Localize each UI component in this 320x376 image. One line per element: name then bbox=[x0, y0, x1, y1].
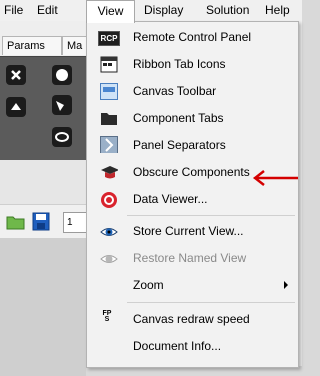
canvas-toolbar-icon bbox=[100, 83, 118, 100]
component-ribbon bbox=[0, 56, 86, 161]
graduation-cap-icon bbox=[101, 166, 118, 179]
ribbon-footer bbox=[0, 160, 86, 204]
menu-file[interactable]: File bbox=[4, 0, 23, 20]
annotation-arrow-icon bbox=[252, 170, 298, 186]
component-icon[interactable] bbox=[52, 65, 72, 85]
menu-item-component-tabs[interactable]: Component Tabs bbox=[87, 105, 298, 132]
fps-icon: FPS bbox=[102, 310, 112, 323]
menu-item-document-info[interactable]: Document Info... bbox=[87, 333, 298, 360]
menu-item-store-current-view[interactable]: Store Current View... bbox=[87, 218, 298, 245]
data-viewer-icon bbox=[101, 192, 117, 208]
submenu-arrow-icon bbox=[284, 281, 288, 289]
rcp-icon: RCP bbox=[98, 31, 120, 46]
menu-item-data-viewer[interactable]: Data Viewer... bbox=[87, 186, 298, 213]
canvas-area[interactable] bbox=[0, 238, 86, 376]
menu-item-restore-named-view: Restore Named View bbox=[87, 245, 298, 272]
tab-params[interactable]: Params bbox=[2, 36, 62, 55]
component-icon[interactable] bbox=[52, 127, 72, 147]
save-icon[interactable] bbox=[32, 212, 50, 231]
menu-solution[interactable]: Solution bbox=[206, 0, 249, 20]
menu-item-zoom[interactable]: Zoom bbox=[87, 272, 298, 299]
menu-help[interactable]: Help bbox=[265, 0, 290, 20]
menu-edit[interactable]: Edit bbox=[37, 0, 58, 20]
view-menu-dropdown: RCP Remote Control Panel Ribbon Tab Icon… bbox=[86, 21, 299, 368]
menu-item-canvas-redraw-speed[interactable]: FPS Canvas redraw speed bbox=[87, 306, 298, 333]
folder-icon bbox=[101, 113, 117, 125]
canvas-toolbar: 1 bbox=[0, 204, 88, 240]
eye-gray-icon bbox=[100, 255, 118, 263]
menu-item-remote-control-panel[interactable]: RCP Remote Control Panel bbox=[87, 24, 298, 51]
component-icon[interactable] bbox=[52, 95, 72, 115]
menu-item-ribbon-tab-icons[interactable]: Ribbon Tab Icons bbox=[87, 51, 298, 78]
panel-separator-icon bbox=[100, 136, 118, 153]
ribbon-tab-icon bbox=[100, 56, 118, 73]
menu-separator bbox=[127, 302, 295, 303]
menu-display[interactable]: Display bbox=[144, 0, 183, 20]
menu-bar: File Edit View Display Solution Help bbox=[0, 0, 302, 23]
eye-icon bbox=[100, 228, 118, 236]
component-icon[interactable] bbox=[6, 97, 26, 117]
menu-separator bbox=[127, 215, 295, 216]
menu-item-canvas-toolbar[interactable]: Canvas Toolbar bbox=[87, 78, 298, 105]
component-icon[interactable] bbox=[6, 65, 26, 85]
menu-item-panel-separators[interactable]: Panel Separators bbox=[87, 132, 298, 159]
open-file-icon[interactable] bbox=[6, 213, 26, 231]
menu-view[interactable]: View bbox=[86, 0, 135, 23]
zoom-field[interactable]: 1 bbox=[63, 212, 88, 233]
